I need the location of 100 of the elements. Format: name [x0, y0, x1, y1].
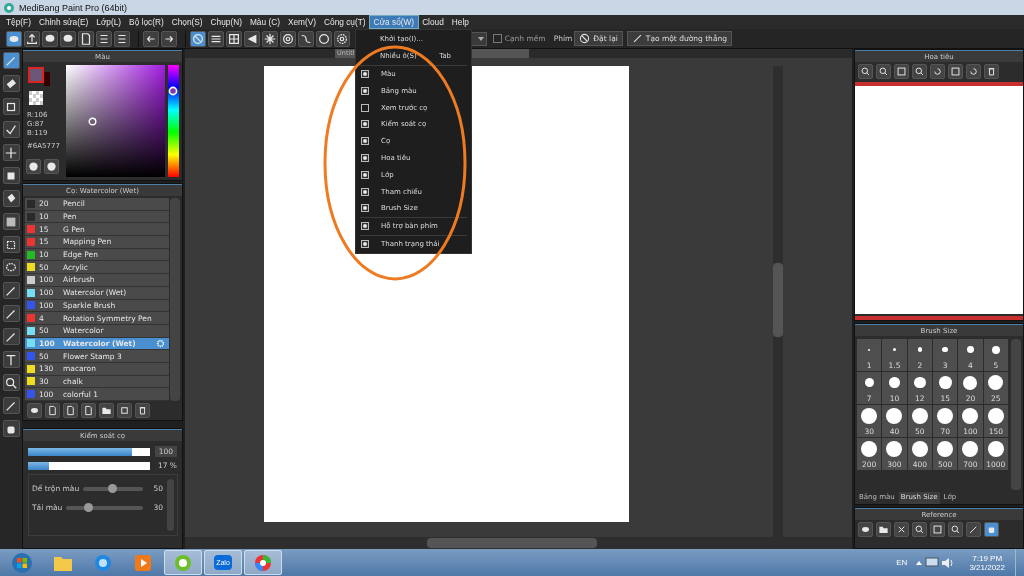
menu-item[interactable]: Lớp(L) — [92, 16, 126, 28]
trash-button[interactable] — [984, 63, 999, 79]
move-tool[interactable] — [2, 144, 20, 161]
dotted-square-tool[interactable] — [2, 236, 20, 253]
zoom-in-button[interactable] — [912, 521, 927, 537]
scrollbar[interactable] — [170, 198, 180, 401]
lasso-tool[interactable] — [2, 259, 20, 276]
windows-logo-icon — [11, 551, 33, 574]
menu-item[interactable]: Cửa sổ(W) — [369, 16, 419, 28]
copy-button[interactable] — [117, 403, 132, 418]
frame-button[interactable] — [930, 521, 945, 537]
folder-button[interactable] — [99, 403, 114, 418]
list-button[interactable] — [114, 30, 130, 47]
fill-square-tool[interactable] — [2, 167, 20, 184]
frame-icon — [950, 65, 961, 77]
rotate-button[interactable] — [930, 63, 945, 79]
menu-item[interactable]: Chụp(N) — [206, 16, 246, 28]
curve-button[interactable] — [298, 30, 314, 47]
circle-slash-icon — [579, 33, 591, 44]
opacity-bar[interactable] — [28, 461, 150, 470]
menu-item[interactable]: Chọn(S) — [167, 16, 207, 28]
foreground-swatch[interactable] — [28, 67, 44, 83]
check-tool[interactable] — [2, 121, 20, 138]
brush-tool[interactable] — [2, 52, 20, 69]
frame-icon — [932, 523, 943, 535]
browser-icon — [93, 552, 113, 573]
undo-button[interactable] — [143, 30, 159, 47]
grid-button[interactable] — [226, 30, 242, 47]
eraser-tool[interactable] — [2, 75, 20, 92]
frame-button[interactable] — [948, 63, 963, 79]
zoom-out-button[interactable] — [948, 521, 963, 537]
circles-button[interactable] — [280, 30, 296, 47]
zoom-in-icon — [914, 523, 925, 535]
network-icon[interactable] — [925, 556, 940, 569]
list-button[interactable] — [96, 30, 112, 47]
gear-icon[interactable] — [156, 338, 165, 348]
close-button[interactable] — [894, 521, 909, 537]
scrollbar[interactable] — [167, 479, 174, 531]
slider-track[interactable] — [66, 505, 143, 510]
pointer-icon — [4, 375, 18, 390]
clock[interactable]: 7:19 PM 3/21/2022 — [969, 553, 1005, 572]
square-tool[interactable] — [2, 98, 20, 115]
document-button[interactable] — [45, 403, 60, 418]
document-button[interactable] — [81, 403, 96, 418]
circles-icon — [281, 31, 295, 46]
menu-item[interactable]: Cloud — [418, 16, 448, 28]
transparent-swatch[interactable] — [29, 91, 43, 105]
gear-icon — [335, 31, 349, 46]
zoom-out-button[interactable] — [912, 63, 927, 79]
menu-item[interactable]: Công cụ(T) — [320, 16, 370, 28]
menu-item[interactable]: Xem(V) — [283, 16, 321, 28]
document-button[interactable] — [63, 403, 78, 418]
eraser-icon — [4, 76, 18, 91]
menu-item[interactable]: Màu (C) — [245, 16, 284, 28]
gear-button[interactable] — [334, 30, 350, 47]
app-logo-icon — [3, 1, 15, 14]
document-icon — [47, 405, 58, 416]
line-icon — [631, 33, 643, 44]
taskbar-button[interactable] — [244, 550, 282, 575]
document-icon — [83, 405, 94, 416]
scrollbar[interactable] — [1011, 339, 1021, 490]
search-icon — [860, 65, 871, 77]
document-icon — [79, 31, 93, 46]
slider-track[interactable] — [83, 486, 143, 491]
pointer-tool[interactable] — [2, 374, 20, 391]
color-picker-handle-icon[interactable] — [88, 117, 98, 126]
star-button[interactable] — [262, 30, 278, 47]
background-swatch[interactable] — [44, 72, 50, 86]
ring-icon — [173, 552, 193, 573]
slider-thumb[interactable] — [84, 502, 94, 512]
rotate-button[interactable] — [966, 63, 981, 79]
horizontal-scrollbar[interactable] — [185, 537, 852, 549]
menu-item[interactable]: Chỉnh sửa(E) — [34, 16, 93, 28]
ring-icon — [317, 31, 331, 46]
circle-slash-button[interactable] — [190, 30, 206, 47]
color-picker-square[interactable] — [66, 65, 166, 177]
zoom-in-icon — [878, 65, 889, 77]
trash-button[interactable] — [135, 403, 150, 418]
menu-item[interactable]: Bộ lọc(R) — [125, 16, 168, 28]
speaker-icon[interactable] — [941, 556, 956, 569]
document-button[interactable] — [78, 30, 94, 47]
zoom-in-button[interactable] — [876, 63, 891, 79]
redo-button[interactable] — [161, 30, 177, 47]
ring-button[interactable] — [316, 30, 332, 47]
upload-button[interactable] — [24, 30, 40, 47]
slider-thumb[interactable] — [108, 483, 118, 493]
size-bar[interactable] — [28, 447, 150, 456]
menu-item[interactable]: Help — [447, 16, 473, 28]
folder-button[interactable] — [876, 521, 891, 537]
triangle-button[interactable] — [244, 30, 260, 47]
language-indicator[interactable]: EN — [896, 558, 908, 567]
text-tool[interactable] — [2, 351, 20, 368]
play-icon — [133, 552, 153, 573]
search-button[interactable] — [858, 63, 873, 79]
menu-item[interactable]: Tệp(F) — [2, 16, 35, 28]
lines-button[interactable] — [208, 30, 224, 47]
folder-icon — [101, 405, 112, 416]
vertical-scrollbar[interactable] — [772, 66, 783, 537]
frame-button[interactable] — [894, 63, 909, 79]
rotate-icon — [968, 65, 979, 77]
